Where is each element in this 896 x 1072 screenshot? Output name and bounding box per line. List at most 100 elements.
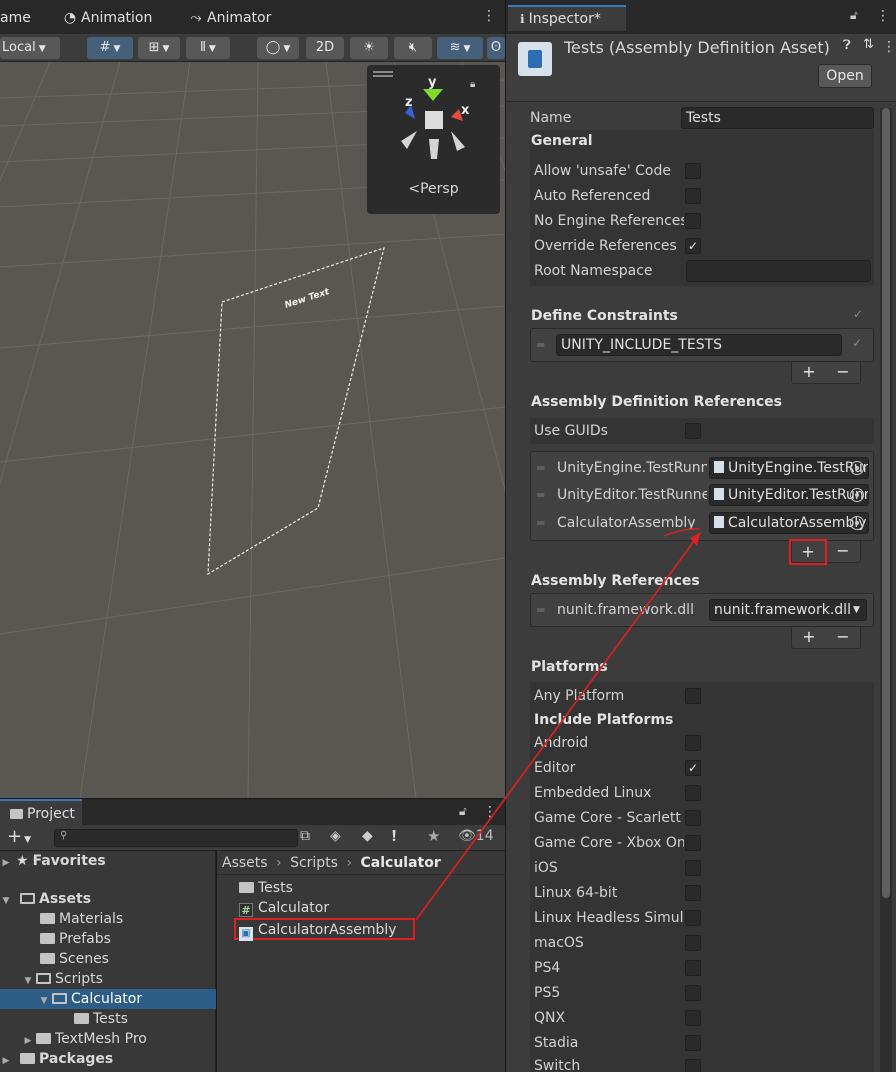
settings-icon[interactable]: ⇅ (863, 37, 874, 52)
lock-icon[interactable]: 🔓︎ (850, 8, 858, 23)
effects-button[interactable]: ≋ ▼ (437, 37, 483, 59)
root-namespace-field[interactable] (686, 260, 871, 282)
tree-item-packages[interactable]: ▶ Packages (0, 1049, 216, 1069)
platform-checkbox-game-core-xbox-one[interactable] (685, 835, 701, 851)
hidden-packages-toggle[interactable]: 👁︎14 (458, 828, 494, 844)
add-asm-def-ref-button[interactable]: + (789, 539, 827, 565)
platform-checkbox-editor[interactable]: ✓ (685, 760, 701, 776)
tree-item-scenes[interactable]: Scenes (0, 949, 216, 969)
inspector-menu-icon[interactable]: ⋮ (876, 9, 890, 23)
tree-item-scripts[interactable]: ▼ Scripts (0, 969, 216, 989)
file-item-tests[interactable]: Tests (239, 878, 293, 898)
open-button[interactable]: Open (818, 64, 872, 88)
override-references-checkbox[interactable]: ✓ (685, 238, 701, 254)
asm-ref-object-field[interactable]: CalculatorAssembly (709, 512, 869, 534)
asm-ref-object-field[interactable]: UnityEditor.TestRunner (709, 484, 869, 506)
add-constraint-button[interactable]: + (792, 362, 826, 384)
scene-menu-icon[interactable]: ⋮ (482, 9, 496, 23)
shading-mode-button[interactable]: ◯ ▼ (257, 37, 299, 59)
drag-handle-icon[interactable]: ═ (537, 603, 544, 617)
render-mode-button[interactable]: ⦀ ▼ (186, 37, 230, 59)
search-input[interactable]: ⚲ (54, 829, 298, 847)
tree-item-calculator[interactable]: ▼ Calculator (0, 989, 216, 1009)
lock-icon[interactable]: 🔓︎ (459, 804, 467, 819)
define-constraint-field[interactable]: UNITY_INCLUDE_TESTS (556, 334, 842, 356)
increment-snap-button[interactable]: ⊞ ▼ (138, 37, 180, 59)
asm-ref-object-field[interactable]: UnityEngine.TestRunner (709, 457, 869, 479)
platform-checkbox-stadia[interactable] (685, 1035, 701, 1051)
toggle-2d-button[interactable]: 2D (306, 37, 344, 59)
help-icon[interactable]: ❓︎ (843, 38, 851, 53)
add-asm-ref-button[interactable]: + (792, 627, 826, 649)
platform-checkbox-ps5[interactable] (685, 985, 701, 1001)
tree-item-tests[interactable]: Tests (0, 1009, 216, 1029)
platform-checkbox-qnx[interactable] (685, 1010, 701, 1026)
hidden-objects-button[interactable]: ʘ (487, 37, 505, 59)
remove-asm-def-ref-button[interactable]: − (826, 541, 860, 563)
platform-checkbox-ps4[interactable] (685, 960, 701, 976)
inspector-scrollbar[interactable] (880, 108, 892, 1072)
component-menu-icon[interactable]: ⋮ (882, 40, 896, 54)
project-menu-icon[interactable]: ⋮ (483, 805, 497, 819)
asm-ref-label: UnityEngine.TestRunner (557, 460, 707, 476)
any-platform-checkbox[interactable] (685, 688, 701, 704)
platform-checkbox-embedded-linux[interactable] (685, 785, 701, 801)
pivot-space-dropdown[interactable]: Local ▼ (0, 37, 60, 59)
platform-checkbox-switch[interactable] (685, 1059, 701, 1072)
light-icon: ☀ (363, 40, 375, 55)
object-picker-icon[interactable] (850, 488, 864, 502)
tab-animator[interactable]: ⤳ Animator (189, 6, 271, 30)
tree-item-textmesh-pro[interactable]: ▶ TextMesh Pro (0, 1029, 216, 1049)
object-picker-icon[interactable] (850, 461, 864, 475)
drag-handle-icon[interactable]: ═ (537, 516, 544, 530)
z-axis-label: z (405, 95, 413, 110)
breadcrumb-calculator[interactable]: Calculator (361, 855, 441, 871)
platform-checkbox-ios[interactable] (685, 860, 701, 876)
drag-handle-icon[interactable]: ═ (537, 338, 544, 352)
remove-asm-ref-button[interactable]: − (826, 627, 860, 649)
tree-item-assets[interactable]: ▼ Assets (0, 889, 216, 909)
file-item-calculator-assembly[interactable]: ▣ CalculatorAssembly (234, 918, 415, 941)
drag-handle-icon[interactable]: ═ (537, 488, 544, 502)
filter-by-type-icon[interactable]: ◈ (330, 828, 341, 844)
allow-unsafe-checkbox[interactable] (685, 163, 701, 179)
use-guids-checkbox[interactable] (685, 423, 701, 439)
chevron-down-icon: ▼ (24, 835, 32, 845)
auto-referenced-checkbox[interactable] (685, 188, 701, 204)
file-item-calculator[interactable]: # Calculator (239, 898, 329, 918)
search-by-type-icon[interactable]: ⧉ (300, 828, 310, 844)
remove-constraint-button[interactable]: − (826, 362, 860, 384)
drag-handle-icon[interactable]: ═ (537, 461, 544, 475)
breadcrumb-assets[interactable]: Assets (222, 855, 268, 871)
orientation-gizmo[interactable]: 🔒︎ y z x <Persp (367, 65, 500, 214)
tab-animation[interactable]: ◔ Animation (63, 6, 152, 30)
tab-game[interactable]: ame (0, 6, 31, 30)
breadcrumb-scripts[interactable]: Scripts (290, 855, 338, 871)
platform-checkbox-linux-64[interactable] (685, 885, 701, 901)
platform-checkbox-game-core-scarlett[interactable] (685, 810, 701, 826)
grid-snapping-button[interactable]: # ▼ (87, 37, 133, 59)
platform-checkbox-linux-headless[interactable] (685, 910, 701, 926)
scene-view[interactable]: New Text 🔒︎ y z x <Persp (0, 62, 505, 798)
tab-project-label: Project (27, 806, 75, 822)
tree-item-materials[interactable]: Materials (0, 909, 216, 929)
tab-inspector[interactable]: ℹ Inspector* (508, 5, 626, 31)
star-icon[interactable]: ★ (427, 827, 440, 845)
name-field[interactable]: Tests (681, 107, 874, 129)
audio-toggle-button[interactable]: 🔇︎ (394, 37, 432, 59)
tree-item-favorites[interactable]: ▶ ★ Favorites (0, 851, 216, 871)
no-engine-references-checkbox[interactable] (685, 213, 701, 229)
filter-by-label-icon[interactable]: ◆ (362, 828, 373, 844)
object-picker-icon[interactable] (850, 516, 864, 530)
tree-item-prefabs[interactable]: Prefabs (0, 929, 216, 949)
projection-toggle[interactable]: <Persp (367, 181, 500, 197)
lighting-toggle-button[interactable]: ☀ (350, 37, 388, 59)
add-asset-button[interactable]: + ▼ (7, 826, 31, 847)
asm-ref-dll-dropdown[interactable]: nunit.framework.dll ▼ (709, 599, 867, 621)
file-item-label: Calculator (258, 900, 330, 916)
platform-checkbox-macos[interactable] (685, 935, 701, 951)
platform-checkbox-android[interactable] (685, 735, 701, 751)
scrollbar-thumb[interactable] (882, 108, 890, 898)
tab-project[interactable]: Project (0, 799, 82, 825)
log-type-icon[interactable]: ❗︎ (392, 827, 396, 845)
